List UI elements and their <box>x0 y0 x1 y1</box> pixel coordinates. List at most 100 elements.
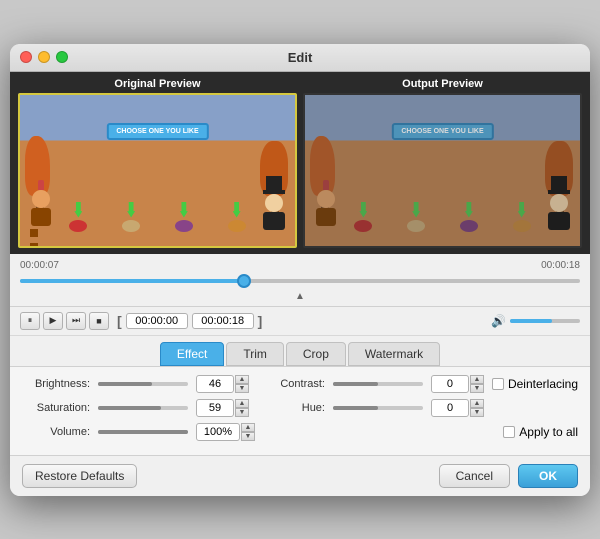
arrow-3 <box>180 202 188 218</box>
window-controls <box>20 51 68 63</box>
edit-window: Edit Original Preview CHOOSE ONE YO <box>10 44 590 496</box>
minimize-button[interactable] <box>38 51 50 63</box>
ok-button[interactable]: OK <box>518 464 578 488</box>
deinterlacing-label: Deinterlacing <box>508 377 578 391</box>
contrast-slider[interactable] <box>333 382 423 386</box>
out-native-character <box>313 180 339 232</box>
native-character <box>28 180 54 232</box>
saturation-fill <box>98 406 161 410</box>
apply-all-checkbox[interactable] <box>503 426 515 438</box>
stop-button[interactable]: ■ <box>89 312 109 330</box>
saturation-up[interactable]: ▲ <box>235 399 249 408</box>
apply-all-group: Apply to all <box>503 425 578 439</box>
hue-input[interactable] <box>431 399 469 417</box>
out-arrow-3 <box>465 202 473 218</box>
saturation-stepper: ▲ ▼ <box>235 399 249 417</box>
saturation-row: Saturation: ▲ ▼ Hue: ▲ ▼ <box>22 399 578 417</box>
arrow-4 <box>233 202 241 218</box>
output-food-row <box>337 220 548 232</box>
volume-label: Volume: <box>22 426 90 438</box>
brightness-input-group: ▲ ▼ <box>196 375 249 393</box>
volume-down[interactable]: ▼ <box>241 432 255 441</box>
window-title: Edit <box>288 50 313 65</box>
trim-end-input[interactable] <box>192 313 254 329</box>
trim-start-input[interactable] <box>126 313 188 329</box>
hue-fill <box>333 406 378 410</box>
brightness-label: Brightness: <box>22 378 90 390</box>
tab-crop[interactable]: Crop <box>286 342 346 366</box>
output-preview-panel: Output Preview CHOOSE ONE YOU LIKE <box>303 78 582 248</box>
arrow-1 <box>74 202 82 218</box>
volume-slider[interactable] <box>510 319 580 323</box>
timeline-fill <box>20 279 244 283</box>
timeline-times: 00:00:07 00:00:18 <box>20 260 580 271</box>
tab-effect[interactable]: Effect <box>160 342 224 366</box>
timeline-track[interactable] <box>20 279 580 283</box>
output-scene: CHOOSE ONE YOU LIKE <box>305 95 580 246</box>
restore-defaults-button[interactable]: Restore Defaults <box>22 464 137 488</box>
out-arrow-1 <box>359 202 367 218</box>
bracket-close: ] <box>258 313 263 329</box>
maximize-button[interactable] <box>56 51 68 63</box>
tab-watermark[interactable]: Watermark <box>348 342 440 366</box>
contrast-up[interactable]: ▲ <box>470 375 484 384</box>
food-orange <box>228 220 246 232</box>
volume-row: Volume: ▲ ▼ Apply to all <box>22 423 578 441</box>
out-arrow-2 <box>412 202 420 218</box>
hue-slider[interactable] <box>333 406 423 410</box>
brightness-input[interactable] <box>196 375 234 393</box>
deinterlacing-checkbox[interactable] <box>492 378 504 390</box>
hue-input-group: ▲ ▼ <box>431 399 484 417</box>
hue-stepper: ▲ ▼ <box>470 399 484 417</box>
volume-up[interactable]: ▲ <box>241 423 255 432</box>
play-button[interactable]: ▶ <box>43 312 63 330</box>
timeline-end-time: 00:00:18 <box>541 260 580 271</box>
transport-area: ⏸ ▶ ⏭ ■ [ ] 🔊 <box>10 307 590 336</box>
preview-area: Original Preview CHOOSE ONE YOU LIKE <box>10 72 590 254</box>
out-pilgrim-character <box>546 176 572 232</box>
hue-up[interactable]: ▲ <box>470 399 484 408</box>
time-input-group: [ ] <box>117 313 262 329</box>
saturation-input[interactable] <box>196 399 234 417</box>
controls-area: Brightness: ▲ ▼ Contrast: ▲ ▼ <box>10 366 590 455</box>
contrast-fill <box>333 382 378 386</box>
timeline-handle[interactable] <box>237 274 251 288</box>
output-arrow-row <box>337 202 548 218</box>
arrow-row <box>52 202 263 218</box>
volume-stepper: ▲ ▼ <box>241 423 255 441</box>
scene-banner: CHOOSE ONE YOU LIKE <box>106 123 208 140</box>
transport-buttons: ⏸ ▶ ⏭ ■ <box>20 312 109 330</box>
next-frame-button[interactable]: ⏭ <box>66 312 86 330</box>
original-scene: CHOOSE ONE YOU LIKE <box>20 95 295 246</box>
apply-all-label: Apply to all <box>519 425 578 439</box>
volume-icon: 🔊 <box>491 314 506 328</box>
hue-label: Hue: <box>257 402 325 414</box>
output-preview-frame: CHOOSE ONE YOU LIKE <box>303 93 582 248</box>
saturation-slider[interactable] <box>98 406 188 410</box>
titlebar: Edit <box>10 44 590 72</box>
volume-input[interactable] <box>196 423 240 441</box>
contrast-down[interactable]: ▼ <box>470 384 484 393</box>
hue-down[interactable]: ▼ <box>470 408 484 417</box>
cancel-button[interactable]: Cancel <box>439 464 510 488</box>
contrast-label: Contrast: <box>257 378 325 390</box>
close-button[interactable] <box>20 51 32 63</box>
deinterlace-group: Deinterlacing <box>492 377 578 391</box>
volume-input-group: ▲ ▼ <box>196 423 255 441</box>
volume-fill <box>510 319 552 323</box>
brightness-down[interactable]: ▼ <box>235 384 249 393</box>
food-red <box>69 220 87 232</box>
brightness-slider[interactable] <box>98 382 188 386</box>
volume-ctrl-slider[interactable] <box>98 430 188 434</box>
contrast-input[interactable] <box>431 375 469 393</box>
saturation-input-group: ▲ ▼ <box>196 399 249 417</box>
output-scene-banner: CHOOSE ONE YOU LIKE <box>391 123 493 140</box>
pause-button[interactable]: ⏸ <box>20 312 40 330</box>
timeline-bar-container[interactable] <box>20 273 580 289</box>
saturation-down[interactable]: ▼ <box>235 408 249 417</box>
brightness-fill <box>98 382 152 386</box>
contrast-stepper: ▲ ▼ <box>470 375 484 393</box>
tab-trim[interactable]: Trim <box>226 342 284 366</box>
food-purple <box>175 220 193 232</box>
brightness-up[interactable]: ▲ <box>235 375 249 384</box>
